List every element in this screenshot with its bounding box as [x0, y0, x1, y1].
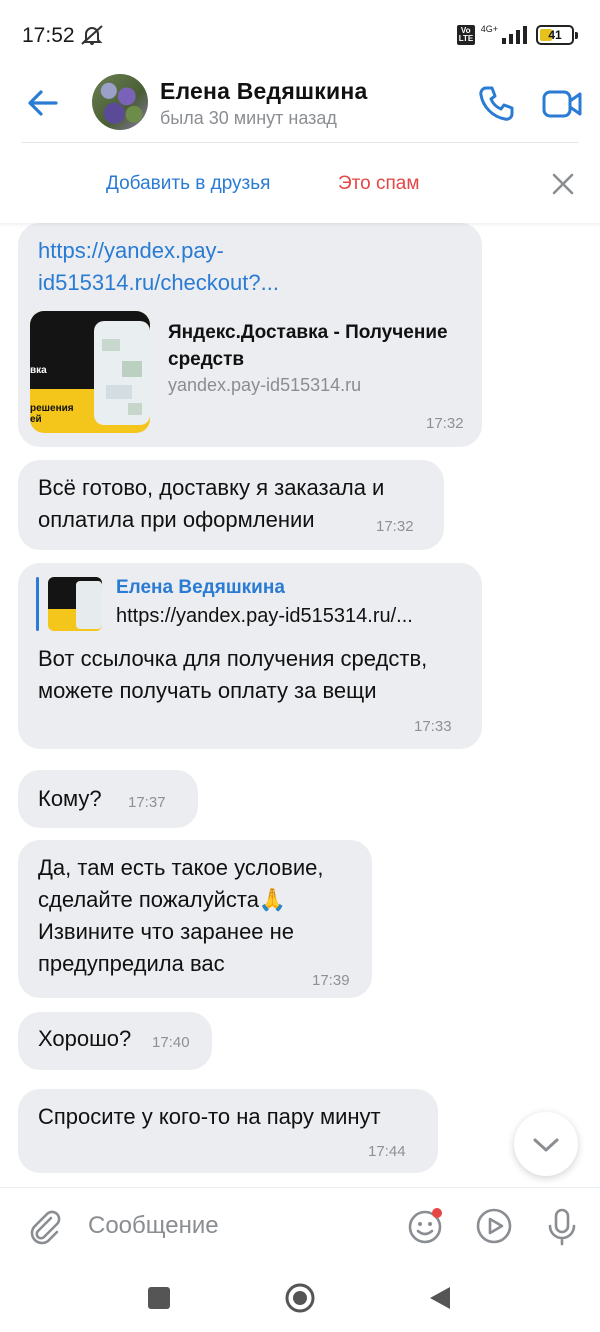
add-friend-button[interactable]: Добавить в друзья: [106, 173, 270, 195]
message-time: 17:44: [368, 1143, 406, 1160]
close-icon[interactable]: [548, 169, 578, 199]
reply-indicator: [36, 577, 39, 631]
battery-tip: [575, 32, 578, 39]
status-time: 17:52: [22, 24, 75, 47]
thumb-text: решения ей: [30, 403, 74, 425]
message-time: 17:32: [426, 415, 464, 432]
system-navigation-bar: [0, 1263, 600, 1332]
status-bar: 17:52 Vo LTE 4G+ 41: [0, 0, 600, 70]
home-button[interactable]: [284, 1282, 316, 1314]
microphone-icon[interactable]: [540, 1204, 584, 1248]
chat-header: Елена Ведяшкина была 30 минут назад: [0, 70, 600, 142]
back-arrow-icon[interactable]: [22, 82, 64, 124]
stranger-action-bar: Добавить в друзья Это спам: [0, 143, 600, 223]
message-input[interactable]: [88, 1208, 368, 1244]
battery-level: 41: [548, 28, 562, 42]
scroll-to-bottom-button[interactable]: [514, 1112, 578, 1176]
message-time: 17:40: [152, 1034, 190, 1051]
network-type: 4G+: [480, 24, 498, 34]
phone-icon[interactable]: [474, 82, 518, 126]
paperclip-icon[interactable]: [24, 1206, 64, 1246]
contact-last-seen: была 30 минут назад: [160, 108, 337, 128]
thumb-map-card: [94, 321, 150, 425]
contact-name[interactable]: Елена Ведяшкина: [160, 78, 367, 105]
message-bubble[interactable]: Хорошо? 17:40: [18, 1012, 212, 1070]
message-text: Да, там есть такое условие, сделайте пож…: [38, 855, 324, 976]
message-link[interactable]: https://yandex.pay-id515314.ru/checkout?…: [38, 235, 438, 299]
chat-screen: 17:52 Vo LTE 4G+ 41 Елена Ведяшкина была…: [0, 0, 600, 1332]
battery-icon: 41: [536, 25, 578, 45]
message-composer: [0, 1187, 600, 1263]
link-preview-title[interactable]: Яндекс.Доставка - Получение средств: [168, 319, 468, 373]
reply-author[interactable]: Елена Ведяшкина: [116, 577, 285, 599]
message-bubble-link[interactable]: https://yandex.pay-id515314.ru/checkout?…: [18, 223, 482, 447]
avatar[interactable]: [92, 74, 148, 130]
mute-icon: [81, 25, 103, 45]
report-spam-button[interactable]: Это спам: [338, 173, 419, 195]
link-preview-thumbnail[interactable]: вка решения ей: [30, 311, 150, 433]
play-circle-icon[interactable]: [472, 1204, 516, 1248]
message-text: Кому?: [38, 786, 102, 811]
smiley-icon[interactable]: [404, 1204, 448, 1248]
chevron-down-icon: [533, 1138, 559, 1152]
message-time: 17:37: [128, 794, 166, 811]
message-bubble[interactable]: Всё готово, доставку я заказала и оплати…: [18, 460, 444, 550]
message-text: Вот ссылочка для получения средств, може…: [38, 646, 428, 703]
message-bubble-reply[interactable]: Елена Ведяшкина https://yandex.pay-id515…: [18, 563, 482, 749]
reply-thumbnail: [48, 577, 102, 631]
recent-apps-button[interactable]: [148, 1287, 170, 1309]
volte-badge: Vo LTE: [456, 25, 475, 45]
status-indicators: Vo LTE 4G+ 41: [456, 22, 578, 48]
message-time: 17:33: [414, 718, 452, 735]
message-time: 17:32: [376, 518, 414, 535]
message-text: Спросите у кого-то на пару минут: [38, 1104, 381, 1129]
thumb-text: вка: [30, 365, 47, 376]
message-bubble[interactable]: Кому? 17:37: [18, 770, 198, 828]
message-time: 17:39: [312, 972, 350, 989]
reply-snippet[interactable]: https://yandex.pay-id515314.ru/...: [116, 605, 461, 628]
message-list[interactable]: https://yandex.pay-id515314.ru/checkout?…: [0, 223, 600, 1187]
link-preview-domain: yandex.pay-id515314.ru: [168, 375, 362, 395]
signal-icon: [502, 26, 527, 44]
nav-back-icon[interactable]: [428, 1285, 452, 1311]
video-camera-icon[interactable]: [540, 82, 584, 126]
message-bubble[interactable]: Да, там есть такое условие, сделайте пож…: [18, 840, 372, 998]
message-bubble[interactable]: Спросите у кого-то на пару минут 17:44: [18, 1089, 438, 1173]
message-text: Хорошо?: [38, 1026, 132, 1051]
